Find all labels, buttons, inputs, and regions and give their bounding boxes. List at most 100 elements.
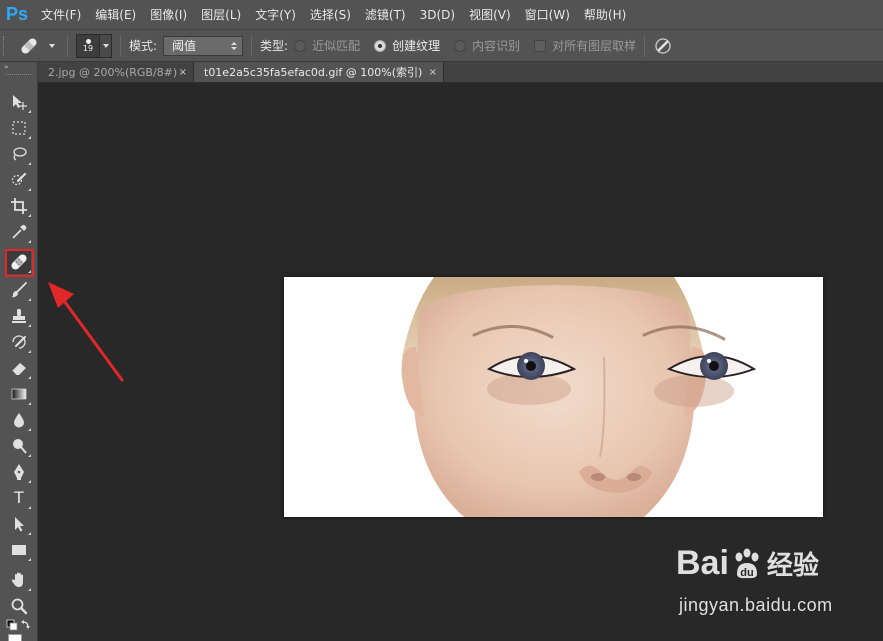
- quick-selection-tool[interactable]: [7, 168, 31, 192]
- pen-icon: [14, 464, 24, 480]
- tool-group-indicator: [28, 558, 31, 561]
- crop-icon: [11, 198, 27, 214]
- tool-group-indicator: [28, 188, 31, 191]
- baidu-url: jingyan.baidu.com: [679, 595, 833, 615]
- tab-label: t01e2a5c35fa5efac0d.gif @ 100%(索引): [204, 66, 423, 79]
- tool-group-indicator: [28, 110, 31, 113]
- radio-content-aware[interactable]: 内容识别: [454, 37, 520, 54]
- type-icon: T: [13, 488, 25, 507]
- rectangle-icon: [12, 545, 26, 555]
- face-photo-icon: [284, 277, 823, 517]
- menu-view[interactable]: 视图(V): [462, 0, 518, 29]
- divider: [67, 34, 68, 57]
- menu-edit[interactable]: 编辑(E): [88, 0, 143, 29]
- options-grip[interactable]: [3, 35, 11, 56]
- swap-colors-icon[interactable]: [6, 618, 34, 632]
- toolbox: ›› T: [0, 62, 38, 641]
- marquee-icon: [12, 121, 26, 135]
- chevron-down-icon: [102, 43, 109, 48]
- lasso-tool[interactable]: [7, 142, 31, 166]
- crop-tool[interactable]: [7, 194, 31, 218]
- checkbox[interactable]: [534, 39, 547, 52]
- document-canvas[interactable]: [284, 277, 823, 517]
- clone-stamp-tool[interactable]: [7, 304, 31, 328]
- blur-tool[interactable]: [7, 408, 31, 432]
- mode-select-value: 阈值: [172, 39, 197, 53]
- radio-button[interactable]: [374, 39, 387, 52]
- toolbox-collapse-button[interactable]: ››: [0, 62, 37, 72]
- menu-image[interactable]: 图像(I): [143, 0, 194, 29]
- path-selection-tool[interactable]: [7, 512, 31, 536]
- menu-file[interactable]: 文件(F): [34, 0, 88, 29]
- radio-button[interactable]: [454, 39, 467, 52]
- toolbox-grip[interactable]: [6, 74, 31, 88]
- spinner-arrows-icon: [231, 41, 238, 50]
- document-tab[interactable]: 2.jpg @ 200%(RGB/8#) ×: [38, 62, 194, 82]
- spot-healing-tool[interactable]: [7, 250, 31, 274]
- stamp-icon: [12, 309, 26, 323]
- brush-icon: [11, 282, 27, 298]
- divider: [251, 34, 253, 57]
- radio-create-texture[interactable]: 创建纹理: [374, 37, 440, 54]
- lasso-icon: [13, 147, 27, 161]
- marquee-tool[interactable]: [7, 116, 31, 140]
- arrow-icon: [15, 517, 24, 532]
- menu-bar: Ps 文件(F) 编辑(E) 图像(I) 图层(L) 文字(Y) 选择(S) 滤…: [0, 0, 883, 29]
- menu-layer[interactable]: 图层(L): [194, 0, 248, 29]
- eraser-icon: [11, 363, 26, 376]
- hand-tool[interactable]: [7, 568, 31, 592]
- drop-icon: [14, 413, 24, 428]
- menu-window[interactable]: 窗口(W): [518, 0, 577, 29]
- menu-select[interactable]: 选择(S): [303, 0, 358, 29]
- options-bar: 19 模式: 阈值 类型: 近似匹配 创建纹理 内容识别 对所有图层取样: [0, 29, 883, 62]
- shape-tool[interactable]: [7, 538, 31, 562]
- move-tool[interactable]: [7, 90, 31, 114]
- svg-text:du: du: [740, 567, 753, 579]
- eraser-tool[interactable]: [7, 356, 31, 380]
- checkbox-label: 对所有图层取样: [552, 39, 637, 53]
- gradient-tool[interactable]: [7, 382, 31, 406]
- mode-select[interactable]: 阈值: [163, 35, 244, 56]
- baidu-logo-cn: 经验: [766, 551, 819, 581]
- history-brush-icon: [12, 335, 26, 349]
- radio-label: 内容识别: [472, 39, 521, 53]
- brush-tool[interactable]: [7, 278, 31, 302]
- divider: [120, 34, 121, 57]
- radio-label: 近似匹配: [312, 39, 361, 53]
- document-tab-active[interactable]: t01e2a5c35fa5efac0d.gif @ 100%(索引) ×: [194, 62, 444, 82]
- tool-preset-picker[interactable]: [17, 34, 59, 58]
- tool-group-indicator: [28, 324, 31, 327]
- tool-group-indicator: [28, 480, 31, 483]
- close-icon[interactable]: ×: [179, 67, 187, 78]
- tool-group-indicator: [28, 270, 31, 273]
- tool-group-indicator: [28, 588, 31, 591]
- zoom-tool[interactable]: [7, 594, 31, 618]
- menu-help[interactable]: 帮助(H): [577, 0, 633, 29]
- tool-group-indicator: [28, 454, 31, 457]
- tool-group-indicator: [28, 428, 31, 431]
- pen-tool[interactable]: [7, 460, 31, 484]
- foreground-color-swatch[interactable]: [8, 634, 22, 641]
- brush-picker-dropdown[interactable]: [100, 33, 112, 58]
- pressure-button[interactable]: [653, 36, 673, 56]
- sample-all-layers-checkbox[interactable]: 对所有图层取样: [534, 37, 636, 54]
- hand-icon: [11, 572, 23, 587]
- type-tool[interactable]: T: [7, 486, 31, 510]
- type-label: 类型:: [260, 39, 289, 53]
- baidu-logo-left: Bai: [676, 544, 729, 582]
- divider: [644, 34, 646, 57]
- menu-type[interactable]: 文字(Y): [248, 0, 303, 29]
- dodge-tool[interactable]: [7, 434, 31, 458]
- history-brush-tool[interactable]: [7, 330, 31, 354]
- brush-size-preview[interactable]: 19: [76, 33, 100, 58]
- menu-filter[interactable]: 滤镜(T): [358, 0, 413, 29]
- radio-button[interactable]: [294, 39, 307, 52]
- photoshop-logo[interactable]: Ps: [0, 0, 34, 29]
- radio-proximity-match[interactable]: 近似匹配: [294, 37, 360, 54]
- tool-group-indicator: [28, 376, 31, 379]
- tool-group-indicator: [28, 214, 31, 217]
- eyedropper-tool[interactable]: [7, 220, 31, 244]
- close-icon[interactable]: ×: [429, 67, 437, 78]
- tab-label: 2.jpg @ 200%(RGB/8#): [48, 65, 178, 79]
- menu-3d[interactable]: 3D(D): [413, 0, 462, 29]
